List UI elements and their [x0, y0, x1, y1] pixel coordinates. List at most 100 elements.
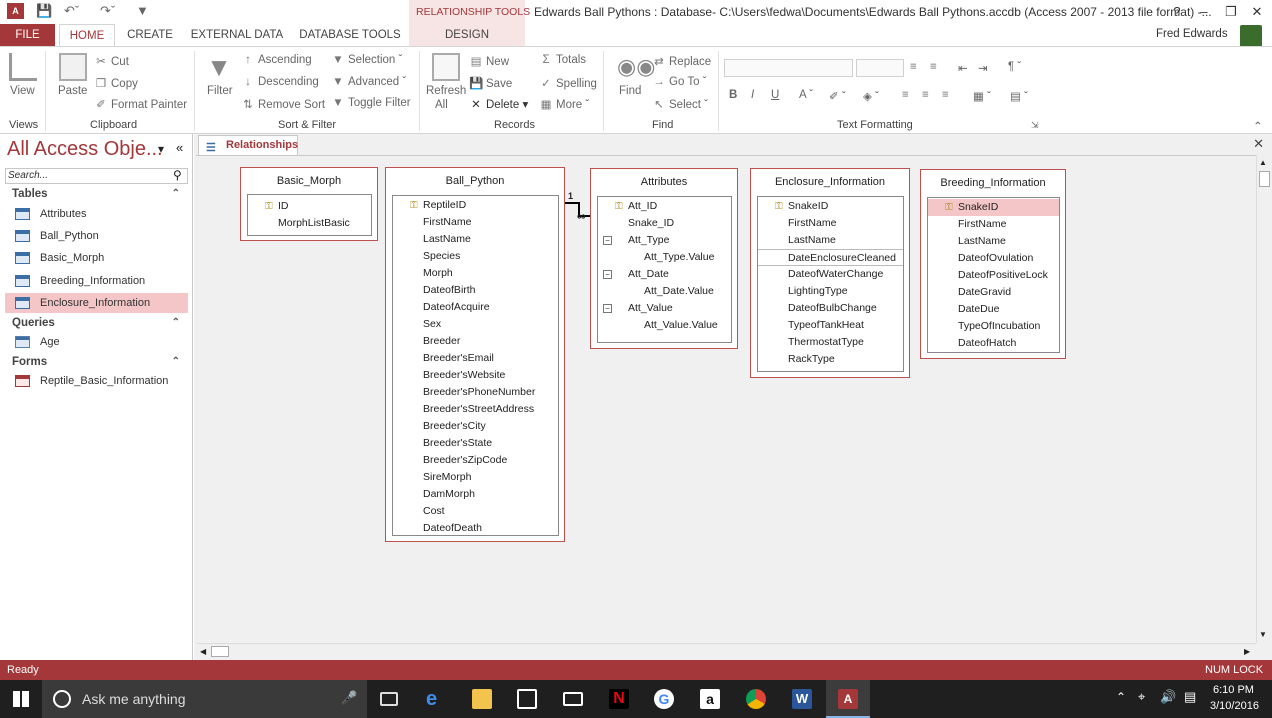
field-row[interactable]: DateofWaterChange [758, 266, 903, 283]
google-icon[interactable]: G [654, 689, 674, 709]
field-row[interactable]: LastName [928, 233, 1059, 250]
italic-button[interactable]: I [751, 89, 754, 101]
field-list[interactable]: ⚿ SnakeID FirstName LastName DateEnclosureCl… [757, 196, 904, 372]
text-direction-icon[interactable]: ¶ ˇ [1008, 61, 1021, 73]
avatar[interactable] [1240, 25, 1262, 47]
totals-button[interactable]: Σ Totals [539, 54, 586, 66]
collapse-nav-icon[interactable]: « [176, 140, 183, 155]
goto-button[interactable]: → Go To ˇ [652, 76, 706, 88]
align-center-icon[interactable]: ≡ [922, 89, 929, 101]
field-row[interactable]: ⚿ ID [265, 198, 371, 215]
field-list[interactable]: ⚿ Att_ID Snake_ID − Att_Type Att_Type.Value − A… [597, 196, 732, 343]
expand-collapse-icon[interactable]: − [603, 236, 612, 245]
word-icon[interactable]: W [792, 689, 812, 709]
field-row[interactable]: Breeder'sPhoneNumber [423, 384, 558, 401]
field-row[interactable]: ThermostatType [758, 334, 903, 351]
tab-file[interactable]: FILE [0, 24, 55, 46]
nav-category-forms[interactable]: Forms ⌃ [5, 353, 188, 371]
amazon-icon[interactable]: a [700, 689, 720, 709]
field-row[interactable]: Att_Date.Value [628, 283, 731, 300]
outdent-icon[interactable]: ⇥ [978, 61, 988, 75]
table-window-title[interactable]: Enclosure_Information [751, 176, 909, 188]
cut-button[interactable]: ✂ Cut [94, 54, 129, 68]
mail-icon[interactable] [563, 692, 583, 706]
tab-create[interactable]: CREATE [121, 24, 179, 46]
table-window-title[interactable]: Attributes [591, 176, 737, 188]
field-row[interactable]: DateDue [928, 301, 1059, 318]
field-row[interactable]: Breeder'sEmail [423, 350, 558, 367]
refresh-all-label[interactable]: All [435, 99, 448, 111]
field-row[interactable]: ⚿ SnakeID [928, 199, 1059, 216]
relationship-line[interactable] [565, 202, 579, 204]
save-icon[interactable]: 💾 [36, 3, 52, 19]
field-row[interactable]: RackType [758, 351, 903, 368]
microphone-icon[interactable]: 🎤 [341, 690, 357, 706]
field-row[interactable]: LastName [423, 231, 558, 248]
show-hidden-icons[interactable]: ⌃ [1116, 690, 1126, 704]
field-row[interactable]: DateofOvulation [928, 250, 1059, 267]
tab-home[interactable]: HOME [59, 24, 115, 46]
field-row[interactable]: Att_Type.Value [628, 249, 731, 266]
field-row[interactable]: DamMorph [423, 486, 558, 503]
field-row[interactable]: DateofHatch [928, 335, 1059, 352]
field-row[interactable]: DateofPositiveLock [928, 267, 1059, 284]
scroll-thumb[interactable] [211, 646, 229, 657]
collapse-ribbon-icon[interactable]: ⌃ [1253, 119, 1263, 133]
paste-button[interactable]: Paste [58, 85, 87, 97]
alternate-row-color-icon[interactable]: ▤ ˇ [1010, 89, 1028, 103]
numbering-icon[interactable]: ≡ [930, 61, 937, 73]
field-row[interactable]: Species [423, 248, 558, 265]
nav-table-attributes[interactable]: Attributes [5, 204, 188, 224]
chrome-icon[interactable] [746, 689, 766, 709]
field-row[interactable]: DateEnclosureCleaned [758, 249, 903, 266]
indent-icon[interactable]: ⇤ [958, 61, 968, 75]
close-window-button[interactable]: ✕ [1245, 2, 1269, 22]
field-row[interactable]: Breeder'sCity [423, 418, 558, 435]
nav-category-tables[interactable]: Tables ⌃ [5, 185, 188, 203]
gridlines-icon[interactable]: ▦ ˇ [973, 89, 991, 103]
align-left-icon[interactable]: ≡ [902, 89, 909, 101]
field-row[interactable]: − Att_Type [603, 232, 731, 249]
tab-external-data[interactable]: EXTERNAL DATA [188, 24, 286, 46]
windows-start-icon[interactable] [13, 691, 29, 707]
relationships-tab[interactable]: ☰ Relationships [198, 135, 298, 155]
scroll-left-icon[interactable]: ◀ [200, 647, 206, 656]
scroll-right-icon[interactable]: ▶ [1244, 647, 1250, 656]
field-row[interactable]: Breeder'sState [423, 435, 558, 452]
save-record-button[interactable]: 💾 Save [469, 76, 512, 90]
nav-table-breeding-information[interactable]: Breeding_Information [5, 271, 188, 291]
field-row[interactable]: DateofDeath [423, 520, 558, 535]
store-icon[interactable] [517, 689, 537, 709]
scroll-up-icon[interactable]: ▲ [1259, 158, 1267, 167]
spelling-button[interactable]: ✓ Spelling [539, 76, 597, 90]
file-explorer-icon[interactable] [472, 689, 492, 709]
table-window-title[interactable]: Breeding_Information [921, 177, 1065, 189]
dialog-launcher-icon[interactable]: ⇲ [1031, 120, 1039, 131]
field-row[interactable]: Breeder'sWebsite [423, 367, 558, 384]
field-row[interactable]: MorphListBasic [278, 215, 371, 232]
field-list[interactable]: ⚿ SnakeID FirstName LastName DateofOvulation… [927, 197, 1060, 353]
table-window-breeding-information[interactable]: Breeding_Information ⚿ SnakeID FirstName La… [920, 169, 1066, 359]
bold-button[interactable]: B [729, 89, 737, 101]
field-row[interactable]: Morph [423, 265, 558, 282]
customize-qat-icon[interactable]: ▼ [136, 3, 149, 18]
table-window-title[interactable]: Basic_Morph [241, 175, 377, 187]
field-row[interactable]: DateofBulbChange [758, 300, 903, 317]
format-painter-button[interactable]: ✐ Format Painter [94, 97, 187, 111]
horizontal-scrollbar[interactable]: ◀ ▶ [196, 643, 1256, 659]
font-color-icon[interactable]: A ˇ [799, 89, 813, 101]
clock-time[interactable]: 6:10 PM [1213, 684, 1254, 696]
fill-color-icon[interactable]: ◈ ˇ [863, 89, 879, 103]
nav-category-queries[interactable]: Queries ⌃ [5, 314, 188, 332]
wifi-icon[interactable]: ⌖ [1138, 689, 1145, 705]
nav-table-enclosure-information[interactable]: Enclosure_Information [5, 293, 188, 313]
scroll-down-icon[interactable]: ▼ [1259, 630, 1267, 639]
copy-button[interactable]: ❐ Copy [94, 76, 138, 90]
table-window-enclosure-information[interactable]: Enclosure_Information ⚿ SnakeID FirstName L… [750, 168, 910, 378]
field-row[interactable]: Snake_ID [628, 215, 731, 232]
field-row[interactable]: FirstName [928, 216, 1059, 233]
expand-collapse-icon[interactable]: − [603, 270, 612, 279]
more-button[interactable]: ▦ More ˇ [539, 97, 590, 111]
select-button[interactable]: ↖ Select ˇ [652, 97, 708, 111]
minimize-button[interactable]: – [1192, 2, 1216, 22]
